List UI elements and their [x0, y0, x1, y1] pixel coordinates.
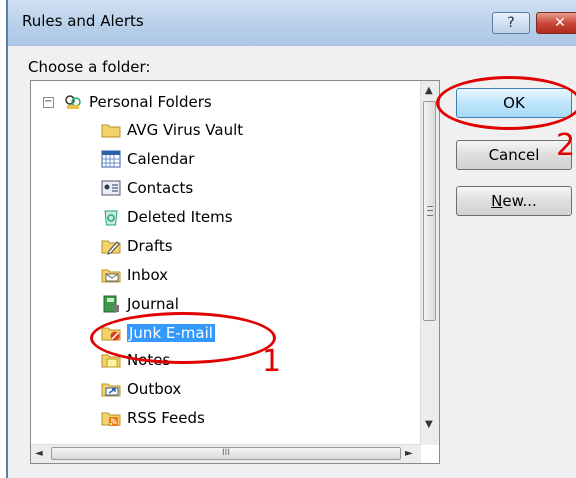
collapse-expander-icon[interactable]: − [43, 97, 54, 108]
tree-item-label: Calendar [127, 150, 195, 168]
cancel-button[interactable]: Cancel [456, 140, 572, 170]
new-button[interactable]: New... [456, 186, 572, 216]
junk-email-highlight-ellipse [90, 312, 276, 364]
tree-item-deleted-items[interactable]: Deleted Items [101, 204, 233, 230]
outbox-icon [101, 380, 121, 398]
step-1-marker: 1 [262, 344, 282, 379]
journal-icon [101, 295, 121, 313]
new-button-accelerator: N [491, 192, 503, 210]
close-button[interactable]: ✕ [536, 12, 576, 34]
rules-and-alerts-dialog: Rules and Alerts ? ✕ Choose a folder: − … [6, 0, 576, 478]
tree-item-contacts[interactable]: Contacts [101, 175, 193, 201]
tree-item-rss-feeds[interactable]: RSS Feeds [101, 405, 205, 431]
tree-item-label: Outbox [127, 380, 182, 398]
grip-icon [427, 206, 433, 216]
tree-item-drafts[interactable]: Drafts [101, 233, 173, 259]
new-button-label: ew... [502, 192, 537, 210]
title-bar[interactable]: Rules and Alerts ? ✕ [8, 0, 576, 46]
tree-item-label: Drafts [127, 237, 173, 255]
tree-item-label: Contacts [127, 179, 194, 197]
ok-highlight-ellipse [436, 76, 576, 130]
horizontal-scrollbar[interactable]: ◄ III ► [31, 444, 421, 463]
rss-icon [101, 409, 121, 427]
tree-item-personal-folders[interactable]: Personal Folders [63, 89, 212, 115]
tree-item-label: Journal [127, 295, 179, 313]
scroll-left-icon[interactable]: ◄ [35, 448, 43, 459]
window-title: Rules and Alerts [22, 12, 144, 30]
tree-item-inbox[interactable]: Inbox [101, 262, 168, 288]
tree-item-label: RSS Feeds [127, 409, 205, 427]
vertical-scrollbar[interactable]: ▲ ▼ [420, 81, 439, 445]
scroll-up-icon[interactable]: ▲ [425, 85, 433, 96]
folder-tree[interactable]: − Personal Folders AVG Virus Vault Calen… [30, 80, 440, 464]
tree-item-label: Personal Folders [89, 93, 212, 111]
tree-item-calendar[interactable]: Calendar [101, 146, 194, 172]
calendar-icon [101, 150, 121, 168]
tree-item-avg-virus-vault[interactable]: AVG Virus Vault [101, 117, 243, 143]
horizontal-scroll-thumb[interactable]: III [51, 447, 401, 460]
tree-item-label: Inbox [127, 266, 169, 284]
tree-item-outbox[interactable]: Outbox [101, 376, 181, 402]
recycle-icon [101, 208, 121, 226]
folder-icon [101, 121, 121, 139]
vertical-scroll-thumb[interactable] [423, 101, 436, 321]
scroll-right-icon[interactable]: ► [405, 448, 413, 459]
drafts-icon [101, 237, 121, 255]
contacts-icon [101, 179, 121, 197]
help-button[interactable]: ? [492, 12, 530, 34]
choose-folder-label: Choose a folder: [28, 58, 151, 76]
step-2-marker: 2 [556, 128, 576, 163]
tree-item-label: Deleted Items [127, 208, 233, 226]
scroll-down-icon[interactable]: ▼ [425, 419, 433, 430]
inbox-icon [101, 266, 121, 284]
personal-folders-icon [63, 93, 83, 111]
tree-item-label: AVG Virus Vault [127, 121, 244, 139]
